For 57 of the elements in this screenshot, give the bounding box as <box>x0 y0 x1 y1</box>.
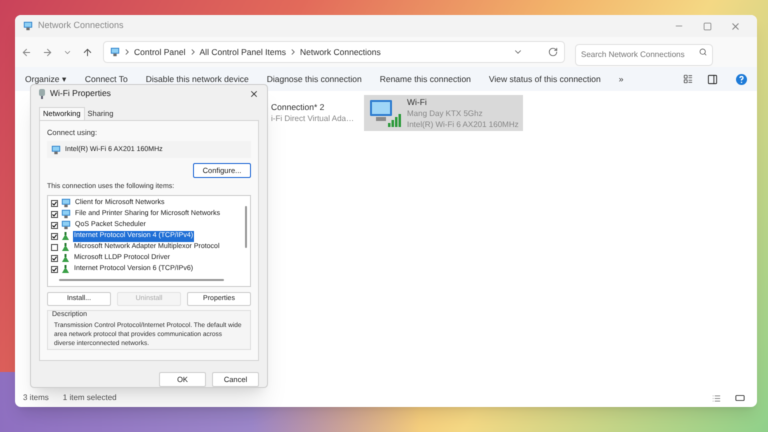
network-icon <box>110 47 120 57</box>
connection-item[interactable]: Connection* 2 i-Fi Direct Virtual Ada… <box>267 95 358 131</box>
back-icon[interactable] <box>21 46 32 58</box>
connection-name: Wi-Fi <box>407 96 428 108</box>
command-button[interactable]: View status of this connection <box>488 72 601 86</box>
item-checkbox[interactable] <box>51 244 58 251</box>
help-icon[interactable] <box>736 74 747 84</box>
command-button[interactable]: Connect To <box>84 72 128 86</box>
command-button[interactable]: Disable this network device <box>146 72 249 86</box>
search-icon <box>699 48 707 56</box>
item-checkbox[interactable] <box>51 210 58 218</box>
tiles-view-icon[interactable] <box>735 393 745 403</box>
maximize-icon[interactable] <box>702 22 712 30</box>
protocol-icon <box>61 242 70 252</box>
connection-device: i-Fi Direct Virtual Ada… <box>271 113 354 124</box>
details-view-icon[interactable] <box>712 394 721 402</box>
connection-item[interactable]: Wi-Fi Mang Day KTX 5Ghz Intel(R) Wi-Fi 6 AX201 160MHz <box>364 95 523 131</box>
network-icon <box>23 21 33 31</box>
forward-icon[interactable] <box>42 46 53 58</box>
chevron-right-icon <box>290 49 295 55</box>
horizontal-scrollbar[interactable] <box>59 279 224 282</box>
preview-pane-icon[interactable] <box>707 74 718 84</box>
item-checkbox[interactable] <box>51 222 58 229</box>
refresh-icon[interactable] <box>548 47 558 57</box>
item-count: 3 items <box>23 392 49 404</box>
network-icon <box>51 144 61 155</box>
selection-count: 1 item selected <box>62 392 117 404</box>
connection-name: Connection* 2 <box>271 102 326 113</box>
command-button[interactable]: Rename this connection <box>380 72 471 86</box>
command-button[interactable]: Organize ▾ <box>25 72 67 86</box>
connection-network: Mang Day KTX 5Ghz <box>407 108 484 118</box>
item-checkbox[interactable] <box>51 232 58 240</box>
protocol-icon <box>61 264 70 274</box>
connection-device: Intel(R) Wi-Fi 6 AX201 160MHz <box>407 118 519 130</box>
dialog-title: Wi-Fi Properties <box>50 87 111 100</box>
chevron-right-icon <box>125 49 129 55</box>
search-field[interactable]: Search Network Connections <box>575 44 713 66</box>
window-title: Network Connections <box>38 19 124 32</box>
network-icon <box>61 220 71 230</box>
item-checkbox[interactable] <box>51 266 58 273</box>
address-bar[interactable]: Control Panel All Control Panel Items Network Connections <box>103 41 565 63</box>
breadcrumb-item[interactable]: Control Panel <box>134 46 186 58</box>
chevron-right-icon <box>190 49 195 55</box>
close-icon[interactable] <box>249 88 259 99</box>
network-icon <box>61 209 71 220</box>
network-icon <box>61 198 71 208</box>
command-button[interactable]: » <box>618 72 624 86</box>
command-button[interactable]: Diagnose this connection <box>266 72 362 86</box>
breadcrumb-item[interactable]: All Control Panel Items <box>200 46 286 58</box>
item-checkbox[interactable] <box>51 254 58 262</box>
item-checkbox[interactable] <box>51 200 58 207</box>
vertical-scrollbar[interactable] <box>245 206 247 248</box>
protocol-icon <box>61 232 70 241</box>
view-options-icon[interactable] <box>683 74 693 84</box>
breadcrumb-item[interactable]: Network Connections <box>300 46 381 58</box>
protocol-icon <box>61 254 70 263</box>
up-icon[interactable] <box>82 46 93 58</box>
